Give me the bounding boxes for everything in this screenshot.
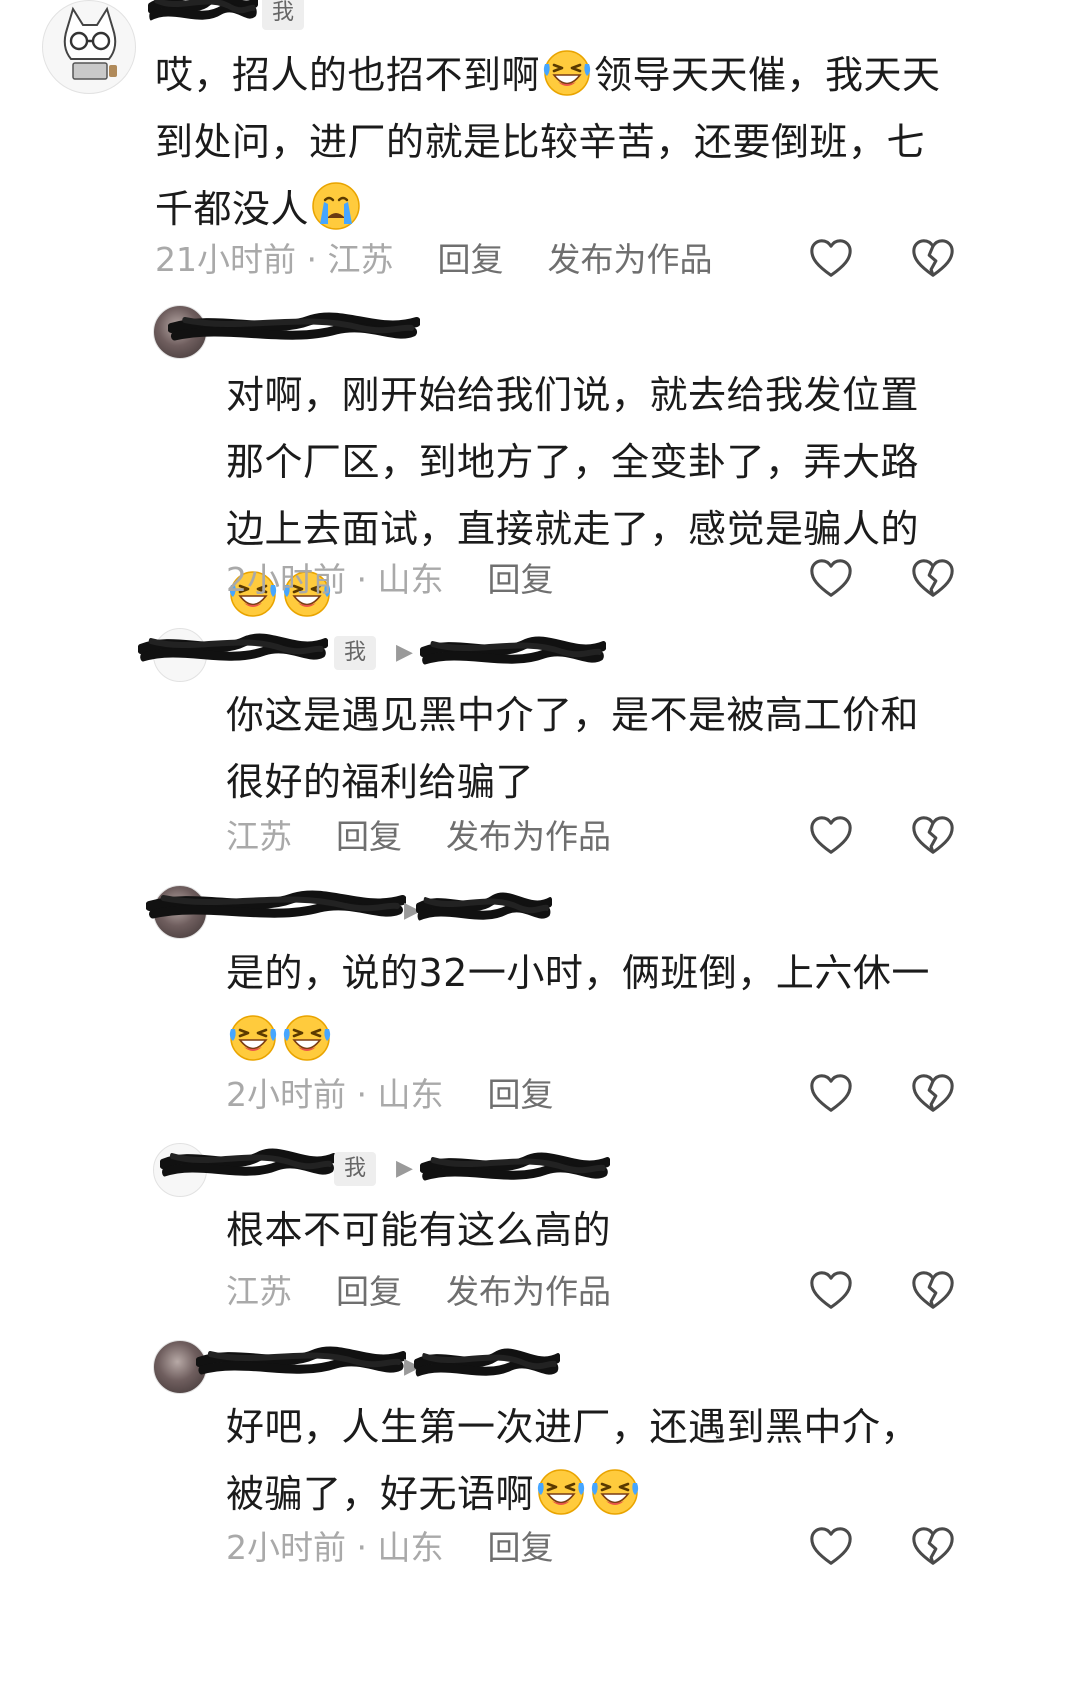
redacted-username	[168, 306, 420, 352]
time-location: 21小时前 · 江苏	[155, 240, 394, 279]
comment-meta: 2小时前 · 山东 回复	[226, 1526, 597, 1570]
comment-text: 好吧，人生第一次进厂，还遇到黑中介，被骗了，好无语啊	[226, 1394, 956, 1528]
me-badge: 我	[262, 0, 305, 30]
comment-text: 是的，说的32一小时，俩班倒，上六休一	[226, 940, 956, 1074]
like-heart-icon[interactable]	[808, 1071, 854, 1117]
time-location: 2小时前 · 山东	[226, 1528, 444, 1567]
reply-button[interactable]: 回复	[487, 1075, 553, 1114]
comment-text-part-1: 哎，招人的也招不到啊	[155, 53, 541, 97]
redacted-reply-target	[420, 630, 606, 676]
comment-meta: 2小时前 · 山东 回复	[226, 558, 597, 602]
time-location: 2小时前 · 山东	[226, 560, 444, 599]
laugh-cry-emoji	[227, 1011, 279, 1063]
me-badge: 我	[334, 1152, 377, 1186]
publish-as-work-button[interactable]: 发布为作品	[446, 1272, 611, 1311]
dislike-broken-heart-icon[interactable]	[910, 813, 956, 859]
redacted-reply-target	[416, 886, 552, 932]
reply-button[interactable]: 回复	[487, 560, 553, 599]
dislike-broken-heart-icon[interactable]	[910, 236, 956, 282]
comment-meta: 2小时前 · 山东 回复	[226, 1073, 597, 1117]
comment-text: 根本不可能有这么高的	[226, 1197, 956, 1264]
location: 江苏	[226, 1272, 292, 1311]
redacted-reply-target	[420, 1146, 610, 1192]
like-heart-icon[interactable]	[808, 556, 854, 602]
redacted-username	[160, 1142, 336, 1188]
dislike-broken-heart-icon[interactable]	[910, 1268, 956, 1314]
laugh-cry-emoji	[589, 1465, 641, 1517]
location: 江苏	[226, 817, 292, 856]
user-avatar[interactable]	[42, 0, 136, 94]
dislike-broken-heart-icon[interactable]	[910, 556, 956, 602]
publish-as-work-button[interactable]: 发布为作品	[547, 240, 712, 279]
laugh-cry-emoji	[535, 1465, 587, 1517]
comment-meta: 21小时前 · 江苏 回复 发布为作品	[155, 238, 756, 282]
play-triangle-icon: ▶	[396, 640, 413, 665]
reply-button[interactable]: 回复	[336, 817, 402, 856]
comment-text-part-1: 你这是遇见黑中介了，是不是被高工价和很好的福利给骗了	[226, 693, 920, 804]
laugh-cry-emoji	[281, 1011, 333, 1063]
comment-text: 哎，招人的也招不到啊 领导天天催，我天天到处问，进厂的就是比较辛苦，还要倒班，七千…	[155, 42, 955, 243]
like-heart-icon[interactable]	[808, 813, 854, 859]
dislike-broken-heart-icon[interactable]	[910, 1071, 956, 1117]
like-heart-icon[interactable]	[808, 1268, 854, 1314]
publish-as-work-button[interactable]: 发布为作品	[446, 817, 611, 856]
reply-button[interactable]: 回复	[437, 240, 503, 279]
laugh-cry-emoji	[541, 46, 593, 98]
comment-text: 你这是遇见黑中介了，是不是被高工价和很好的福利给骗了	[226, 682, 956, 816]
redacted-reply-target	[414, 1342, 560, 1388]
crying-face-emoji	[310, 180, 362, 232]
comment-meta: 江苏 回复 发布为作品	[226, 1270, 655, 1314]
like-heart-icon[interactable]	[808, 1524, 854, 1570]
redacted-username	[148, 0, 258, 32]
comment-text-part-1: 根本不可能有这么高的	[226, 1208, 612, 1252]
comment-text-part-1: 对啊，刚开始给我们说，就去给我发位置那个厂区，到地方了，全变卦了，弄大路边上去面…	[226, 373, 920, 551]
me-badge: 我	[334, 636, 377, 670]
reply-button[interactable]: 回复	[336, 1272, 402, 1311]
comment-meta: 江苏 回复 发布为作品	[226, 815, 655, 859]
time-location: 2小时前 · 山东	[226, 1075, 444, 1114]
redacted-username	[138, 627, 328, 673]
play-triangle-icon: ▶	[396, 1156, 413, 1181]
redacted-username	[196, 1340, 406, 1386]
comment-text-part-1: 是的，说的32一小时，俩班倒，上六休一	[226, 951, 930, 995]
dislike-broken-heart-icon[interactable]	[910, 1524, 956, 1570]
like-heart-icon[interactable]	[808, 236, 854, 282]
redacted-username	[146, 884, 406, 930]
reply-button[interactable]: 回复	[487, 1528, 553, 1567]
cat-avatar-icon	[63, 6, 117, 80]
